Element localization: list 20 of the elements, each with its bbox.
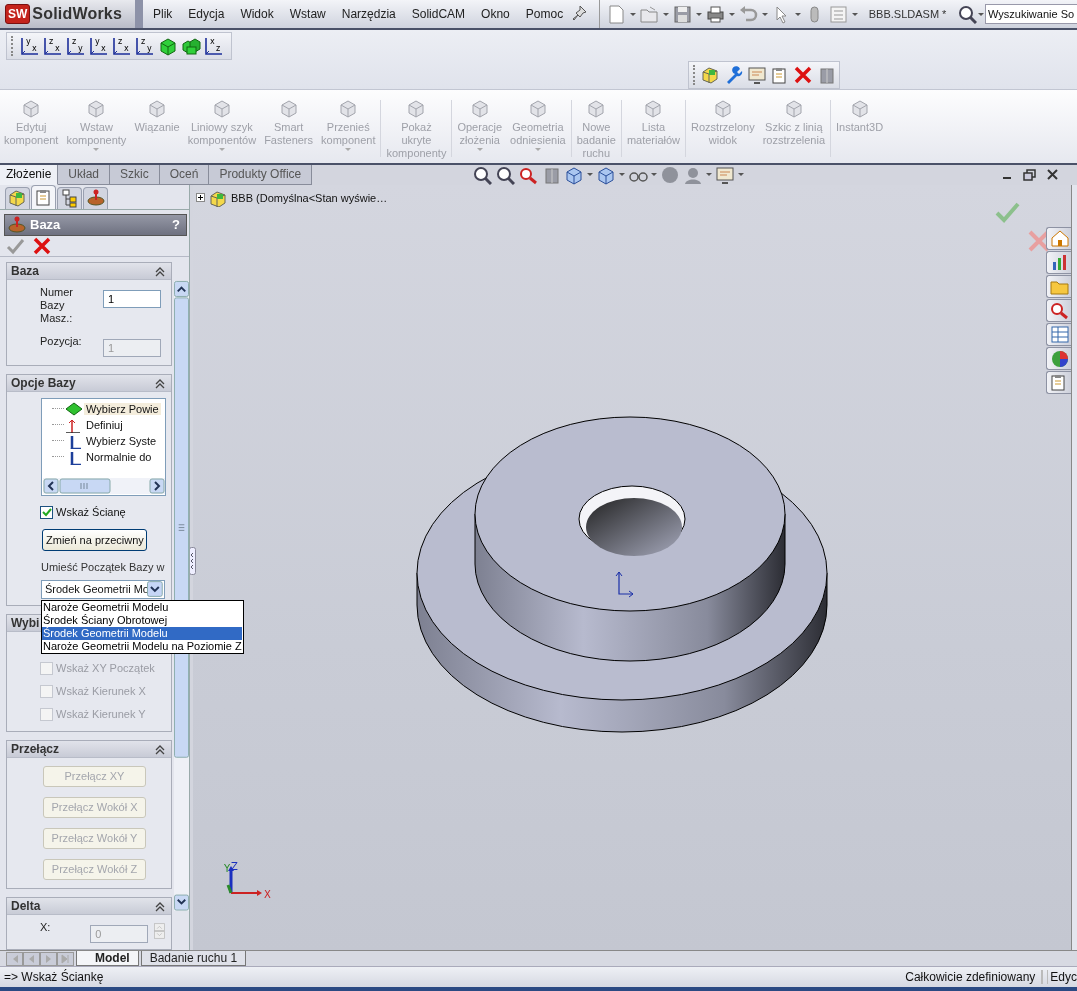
section-title: Baza — [11, 263, 39, 278]
section-title: Przełącz — [11, 741, 60, 756]
document-title: BBB.SLDASM * — [867, 8, 948, 20]
field-label: Pozycja: — [40, 334, 83, 348]
checkbox-label: Wskaż Kierunek X — [56, 685, 146, 698]
checkbox-label: Wskaż Ścianę — [56, 506, 126, 519]
section-title: Delta — [11, 898, 41, 913]
panel-title: Baza — [30, 217, 62, 233]
field-label: X: — [40, 920, 52, 934]
logo-text: SolidWorks — [32, 5, 123, 23]
status-text: Całkowicie zdefiniowany — [905, 970, 1044, 984]
status-text: Edyc — [1047, 970, 1077, 984]
section-title: Wybi — [11, 615, 40, 630]
logo-mark: SW — [5, 4, 31, 24]
section-title: Opcje Bazy — [11, 375, 76, 390]
checkbox-label: Wskaż Kierunek Y — [56, 708, 146, 721]
field-label: Umieść Początek Bazy w — [41, 560, 165, 573]
checkbox-label: Wskaż XY Początek — [56, 662, 155, 675]
status-message: => Wskaż Ściankę — [4, 970, 105, 984]
field-label: Numer Bazy Masz.: — [40, 285, 74, 325]
